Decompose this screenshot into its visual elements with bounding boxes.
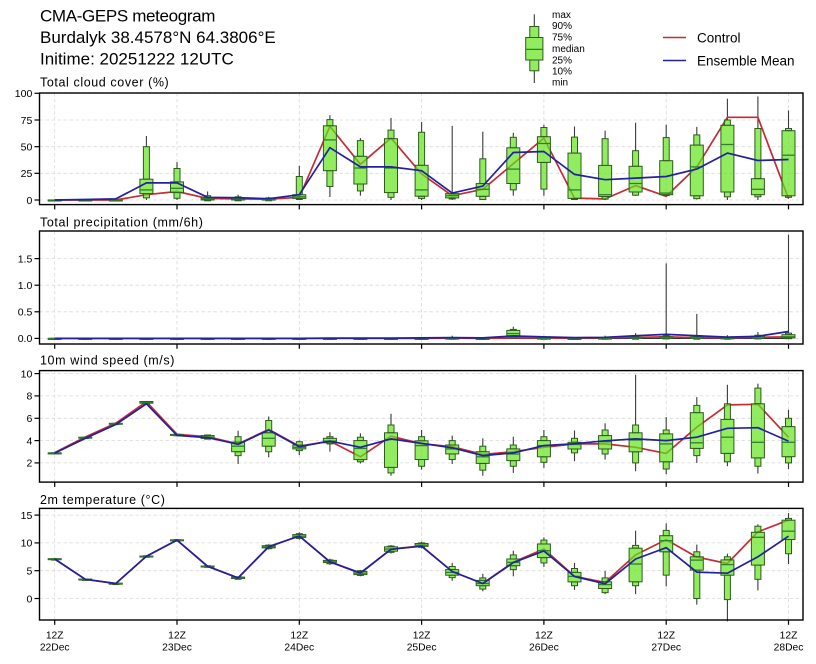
svg-text:0: 0 xyxy=(26,593,32,605)
svg-text:27Dec: 27Dec xyxy=(651,643,681,654)
svg-text:2m temperature (°C): 2m temperature (°C) xyxy=(40,493,165,507)
svg-text:10: 10 xyxy=(21,368,33,380)
svg-text:12Z: 12Z xyxy=(780,631,798,642)
svg-text:1.0: 1.0 xyxy=(18,280,33,292)
svg-text:10m wind speed (m/s): 10m wind speed (m/s) xyxy=(40,354,175,368)
svg-text:15: 15 xyxy=(21,510,33,522)
svg-text:Initime: 20251222 12UTC: Initime: 20251222 12UTC xyxy=(40,50,234,69)
svg-text:75%: 75% xyxy=(552,32,572,43)
svg-text:0.0: 0.0 xyxy=(18,333,33,345)
svg-text:10%: 10% xyxy=(552,67,572,78)
svg-text:12Z: 12Z xyxy=(657,631,675,642)
svg-text:1.5: 1.5 xyxy=(18,253,33,265)
svg-text:Total cloud cover (%): Total cloud cover (%) xyxy=(40,76,169,90)
svg-text:12Z: 12Z xyxy=(168,631,186,642)
svg-text:Control: Control xyxy=(697,30,741,45)
svg-text:Total precipitation (mm/6h): Total precipitation (mm/6h) xyxy=(40,215,203,229)
svg-text:2: 2 xyxy=(26,458,32,470)
svg-text:25Dec: 25Dec xyxy=(407,643,437,654)
svg-text:0: 0 xyxy=(26,195,32,207)
svg-text:90%: 90% xyxy=(552,21,572,32)
svg-text:5: 5 xyxy=(26,566,32,578)
svg-text:50: 50 xyxy=(21,142,33,154)
svg-text:22Dec: 22Dec xyxy=(40,643,70,654)
svg-text:Burdalyk 38.4578°N 64.3806°E: Burdalyk 38.4578°N 64.3806°E xyxy=(40,28,276,47)
svg-text:max: max xyxy=(552,10,571,21)
svg-text:12Z: 12Z xyxy=(290,631,308,642)
svg-text:25: 25 xyxy=(21,168,33,180)
svg-text:Ensemble Mean: Ensemble Mean xyxy=(697,53,795,68)
svg-text:median: median xyxy=(552,44,585,55)
svg-text:100: 100 xyxy=(15,88,33,100)
svg-text:26Dec: 26Dec xyxy=(529,643,559,654)
svg-text:min: min xyxy=(552,78,568,89)
svg-text:CMA-GEPS meteogram: CMA-GEPS meteogram xyxy=(40,7,215,26)
svg-text:0.5: 0.5 xyxy=(18,307,33,319)
svg-text:4: 4 xyxy=(26,435,32,447)
svg-text:10: 10 xyxy=(21,538,33,550)
svg-text:8: 8 xyxy=(26,391,32,403)
svg-text:24Dec: 24Dec xyxy=(284,643,314,654)
svg-text:75: 75 xyxy=(21,115,33,127)
svg-text:25%: 25% xyxy=(552,55,572,66)
svg-text:28Dec: 28Dec xyxy=(774,643,804,654)
svg-text:12Z: 12Z xyxy=(413,631,431,642)
svg-text:12Z: 12Z xyxy=(46,631,64,642)
svg-text:6: 6 xyxy=(26,413,32,425)
svg-text:23Dec: 23Dec xyxy=(162,643,192,654)
svg-text:12Z: 12Z xyxy=(535,631,553,642)
